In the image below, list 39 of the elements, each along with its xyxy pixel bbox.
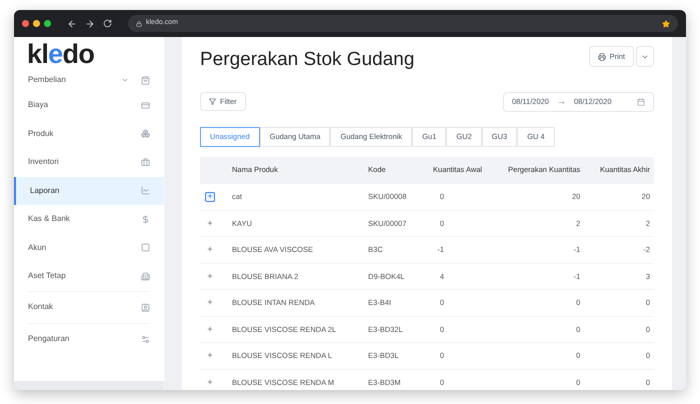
sidebar-item[interactable]: Kas & Bank (14, 205, 164, 234)
chart-icon (141, 186, 150, 196)
lock-icon (136, 20, 142, 26)
reload-icon[interactable] (103, 19, 112, 28)
expand-row-button[interactable]: + (205, 244, 215, 255)
chevron-down-icon[interactable] (121, 76, 129, 84)
card-icon (141, 100, 150, 110)
filter-icon (209, 98, 216, 105)
star-icon[interactable] (662, 20, 670, 28)
calendar-icon (637, 98, 645, 106)
expand-row-button[interactable]: + (205, 377, 215, 388)
expand-row-button[interactable]: + (205, 218, 215, 228)
sidebar-item[interactable]: Aset Tetap (14, 262, 164, 290)
expand-row-button[interactable]: + (205, 350, 215, 361)
forward-icon[interactable] (85, 18, 95, 28)
sidebar-item[interactable]: Inventori (14, 148, 164, 176)
expand-row-button[interactable]: + (205, 324, 215, 334)
sidebar-item[interactable]: Kontak (28, 292, 150, 322)
sidebar-item[interactable]: Pembelian (14, 69, 164, 91)
sliders-icon (141, 334, 150, 344)
expand-row-button[interactable]: + (205, 271, 215, 282)
back-icon[interactable] (67, 18, 77, 28)
building-icon (141, 272, 150, 281)
square-icon (141, 243, 150, 252)
bag-icon (141, 76, 150, 84)
sidebar-item[interactable]: Pengaturan (28, 324, 150, 354)
logo[interactable]: kledo (27, 39, 94, 69)
printer-icon (598, 52, 606, 60)
sidebar-item[interactable]: Biaya (14, 91, 164, 120)
briefcase-icon (141, 158, 150, 167)
expand-row-button[interactable]: + (205, 298, 215, 308)
contact-card-icon (141, 302, 150, 312)
sidebar-item[interactable]: Laporan (14, 176, 164, 205)
sidebar-item[interactable]: Produk (14, 120, 164, 148)
dollar-icon (141, 214, 150, 224)
sidebar-item[interactable]: Akun (14, 234, 164, 262)
expand-row-button[interactable]: + (205, 192, 215, 202)
page-title: Pergerakan Stok Gudang (200, 48, 414, 72)
boxes-icon (141, 129, 150, 138)
